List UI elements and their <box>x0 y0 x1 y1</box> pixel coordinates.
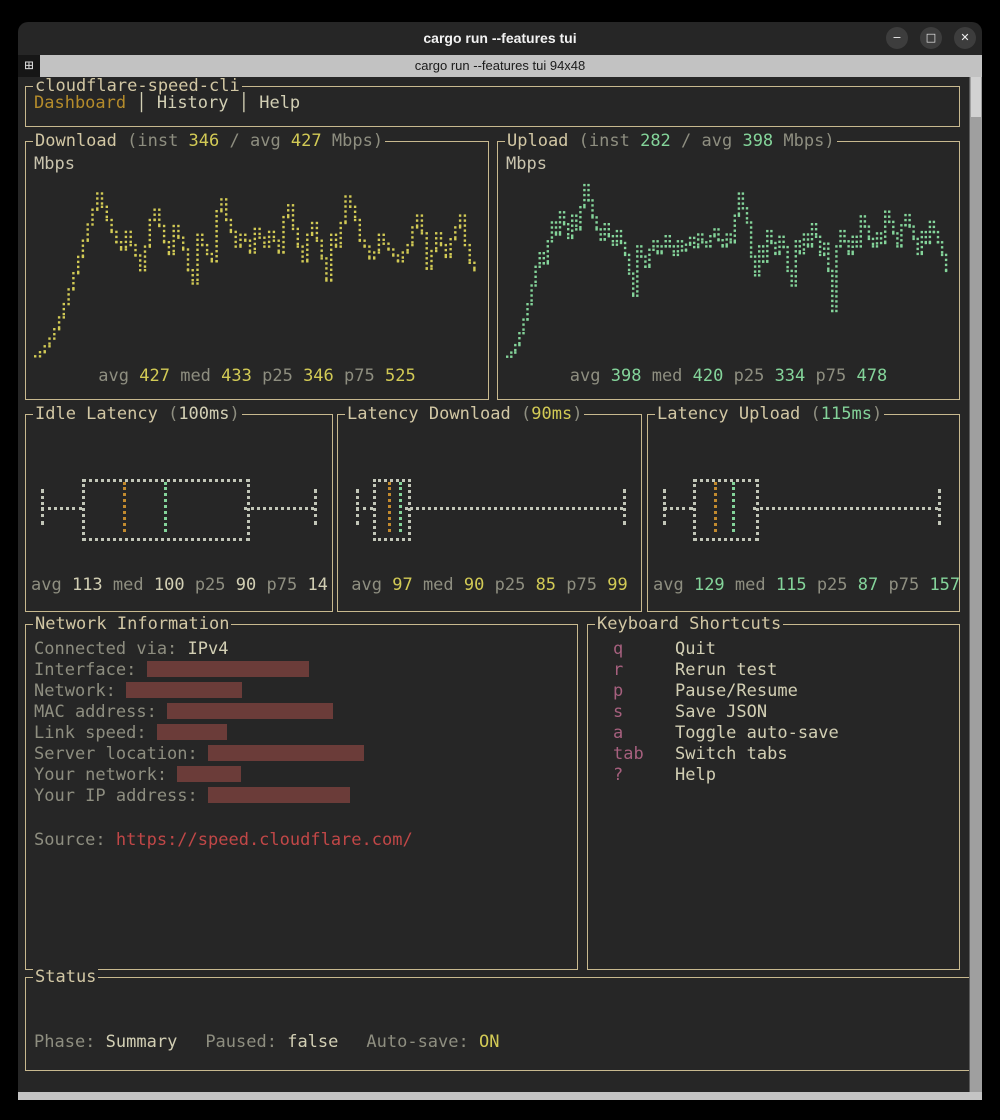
network-row-link-speed: Link speed: <box>34 723 413 744</box>
shortcut-rerun: rRerun test <box>596 660 955 681</box>
connected-via-value: IPv4 <box>188 639 229 659</box>
latency-download-panel: Latency Download (90ms) avg 97 med 90 p2… <box>337 414 642 612</box>
latency-download-stats: avg 97 med 90 p25 85 p75 99 <box>338 575 641 596</box>
shortcut-toggle-autosave: aToggle auto-save <box>596 723 955 744</box>
tab-help[interactable]: Help <box>259 93 300 113</box>
redacted-link-speed-value <box>157 724 227 740</box>
network-row-your-ip: Your IP address: <box>34 786 413 807</box>
network-info-panel: Network Information Connected via: IPv4 … <box>25 624 578 970</box>
window-titlebar[interactable]: cargo run --features tui − □ ✕ <box>18 22 982 55</box>
minimize-button[interactable]: − <box>886 27 908 49</box>
redacted-server-location-value <box>208 745 364 761</box>
network-row-mac: MAC address: <box>34 702 413 723</box>
scrollbar-thumb[interactable] <box>971 77 981 117</box>
close-icon: ✕ <box>960 31 969 44</box>
status-content: Phase: SummaryPaused: falseAuto-save: ON… <box>34 990 771 1092</box>
upload-sparkline-chart <box>506 178 949 360</box>
network-row-interface: Interface: <box>34 660 413 681</box>
maximize-button[interactable]: □ <box>920 27 942 49</box>
redacted-interface-value <box>147 661 309 677</box>
tab-history[interactable]: History <box>157 93 229 113</box>
window-bottom-edge <box>18 1092 982 1100</box>
network-info-title: Network Information <box>33 614 231 634</box>
latency-upload-boxplot <box>654 449 953 569</box>
keyboard-shortcuts-panel: Keyboard Shortcuts qQuit rRerun test pPa… <box>587 624 960 970</box>
maximize-icon: □ <box>926 31 936 44</box>
redacted-your-network-value <box>177 766 241 782</box>
keyboard-shortcuts-list: qQuit rRerun test pPause/Resume sSave JS… <box>596 639 955 786</box>
latency-upload-title: Latency Upload (115ms) <box>655 404 884 424</box>
idle-latency-panel: Idle Latency (100ms) avg 113 med 100 p25… <box>25 414 333 612</box>
redacted-network-value <box>126 682 242 698</box>
terminal-tab-bar: ⊞ cargo run --features tui 94x48 <box>18 55 982 77</box>
status-row-phase: Phase: SummaryPaused: falseAuto-save: ON <box>34 1032 771 1053</box>
close-button[interactable]: ✕ <box>954 27 976 49</box>
shortcut-quit: qQuit <box>596 639 955 660</box>
network-row-connected-via: Connected via: IPv4 <box>34 639 413 660</box>
shortcut-switch-tabs: tabSwitch tabs <box>596 744 955 765</box>
upload-y-axis-label: Mbps <box>506 154 547 175</box>
tab-dashboard[interactable]: Dashboard <box>34 93 126 113</box>
autosave-value: ON <box>479 1032 499 1052</box>
status-title: Status <box>33 967 98 987</box>
shortcut-help: ?Help <box>596 765 955 786</box>
terminal-scrollbar[interactable] <box>969 77 982 1092</box>
network-row-source: Source: https://speed.cloudflare.com/ <box>34 830 413 851</box>
latency-download-boxplot <box>344 449 635 569</box>
download-panel-title: Download (inst 346 / avg 427 Mbps) <box>33 131 385 151</box>
network-row-server-location: Server location: <box>34 744 413 765</box>
idle-latency-stats: avg 113 med 100 p25 90 p75 14 <box>31 575 332 596</box>
idle-latency-boxplot <box>32 449 326 569</box>
upload-panel: Upload (inst 282 / avg 398 Mbps) Mbps av… <box>497 141 960 400</box>
download-panel: Download (inst 346 / avg 427 Mbps) Mbps … <box>25 141 489 400</box>
terminal-screen: cloudflare-speed-cli Dashboard │ History… <box>18 77 982 1092</box>
tab-strip: Dashboard │ History │ Help <box>34 93 300 114</box>
tab-separator: │ <box>126 93 157 113</box>
terminal-window: cargo run --features tui − □ ✕ ⊞ cargo r… <box>18 22 982 1100</box>
download-stats: avg 427 med 433 p25 346 p75 525 <box>26 366 488 387</box>
tab-separator: │ <box>229 93 260 113</box>
cloudflare-speed-link[interactable]: https://speed.cloudflare.com/ <box>116 830 413 850</box>
redacted-mac-value <box>167 703 333 719</box>
download-sparkline-chart <box>34 178 478 360</box>
minimize-icon: − <box>892 31 901 44</box>
upload-panel-title: Upload (inst 282 / avg 398 Mbps) <box>505 131 837 151</box>
phase-value: Summary <box>106 1032 178 1052</box>
latency-upload-panel: Latency Upload (115ms) avg 129 med 115 p… <box>647 414 960 612</box>
network-row-your-network: Your network: <box>34 765 413 786</box>
download-y-axis-label: Mbps <box>34 154 75 175</box>
window-title: cargo run --features tui <box>18 30 982 46</box>
upload-stats: avg 398 med 420 p25 334 p75 478 <box>498 366 959 387</box>
status-panel: Status Phase: SummaryPaused: falseAuto-s… <box>25 977 970 1071</box>
latency-download-title: Latency Download (90ms) <box>345 404 584 424</box>
terminal-tab-title: cargo run --features tui 94x48 <box>18 58 982 73</box>
app-frame: cloudflare-speed-cli Dashboard │ History… <box>25 86 960 127</box>
paused-value: false <box>287 1032 338 1052</box>
keyboard-shortcuts-title: Keyboard Shortcuts <box>595 614 783 634</box>
network-info-content: Connected via: IPv4 Interface: Network: … <box>34 639 413 851</box>
shortcut-pause-resume: pPause/Resume <box>596 681 955 702</box>
network-row-network: Network: <box>34 681 413 702</box>
redacted-your-ip-value <box>208 787 350 803</box>
shortcut-save-json: sSave JSON <box>596 702 955 723</box>
latency-upload-stats: avg 129 med 115 p25 87 p75 157 <box>653 575 959 596</box>
idle-latency-title: Idle Latency (100ms) <box>33 404 242 424</box>
